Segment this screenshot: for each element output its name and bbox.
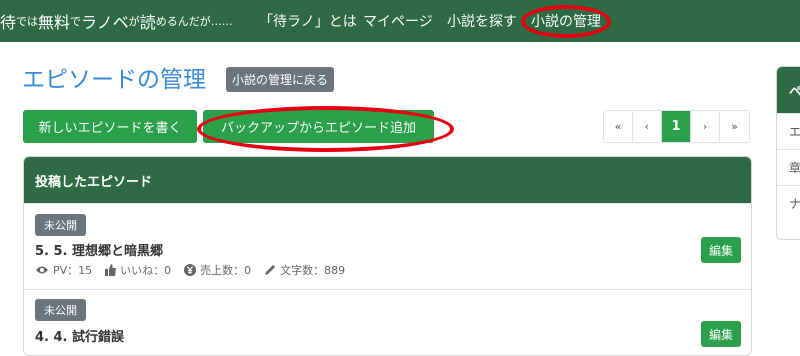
episode-list-item: 未公開 4. 4. 試行錯誤 編集 [24, 289, 751, 355]
pv-count: PV：15 [53, 264, 93, 277]
sidebar-item[interactable]: 章 [777, 149, 800, 185]
episode-stats: PV：15 いいね：0 売上数：0 文字数：889 [35, 262, 358, 278]
thumbs-up-icon [105, 264, 117, 276]
sidebar-card-header: ペ [777, 67, 800, 113]
eye-icon [36, 266, 48, 274]
episodes-card-header: 投稿したエピソード [24, 157, 751, 203]
status-badge: 未公開 [35, 299, 86, 321]
edit-episode-button[interactable]: 編集 [701, 237, 741, 263]
new-episode-button[interactable]: 新しいエピソードを書く [23, 110, 197, 143]
episode-title: 5. 5. 理想郷と暗黒郷 [35, 244, 164, 259]
page-first-button[interactable]: « [604, 111, 633, 142]
episode-list-item: 未公開 5. 5. 理想郷と暗黒郷 PV：15 いいね：0 売上数：0 文字数：… [24, 203, 751, 289]
likes-count: いいね：0 [120, 264, 172, 277]
nav-link-manage-novels[interactable]: 小説の管理 [531, 11, 601, 31]
pencil-icon [265, 265, 276, 275]
pagination: « ‹ 1 › » [603, 110, 750, 143]
add-episode-from-backup-button[interactable]: バックアップからエピソード追加 [203, 110, 434, 143]
sidebar-item[interactable]: エ [777, 113, 800, 149]
sidebar-card: ペ エ 章 ナ [776, 66, 800, 240]
edit-episode-button[interactable]: 編集 [701, 321, 741, 347]
page-title: エピソードの管理 [22, 67, 206, 93]
nav-link-mypage[interactable]: マイページ [363, 11, 433, 31]
char-count: 文字数：889 [280, 264, 346, 277]
page-current-button[interactable]: 1 [662, 111, 691, 142]
status-badge: 未公開 [35, 214, 86, 236]
nav-link-search-novels[interactable]: 小説を探す [447, 11, 517, 31]
page-next-button[interactable]: › [691, 111, 720, 142]
page-last-button[interactable]: » [720, 111, 749, 142]
nav-link-about[interactable]: 「待ラノ」とは [259, 11, 357, 31]
back-to-novel-management-button[interactable]: 小説の管理に戻る [226, 67, 335, 92]
sidebar-item[interactable]: ナ [777, 185, 800, 221]
episodes-card: 投稿したエピソード 未公開 5. 5. 理想郷と暗黒郷 PV：15 いいね：0 … [23, 156, 752, 356]
page-prev-button[interactable]: ‹ [633, 111, 662, 142]
sales-count: 売上数：0 [200, 264, 252, 277]
site-brand[interactable]: 待では 無料でラノベが読めるんだが…… [0, 0, 233, 42]
top-navbar: 待では 無料でラノベが読めるんだが…… 「待ラノ」とは マイページ 小説を探す 小… [0, 0, 800, 42]
yen-icon [184, 264, 197, 276]
